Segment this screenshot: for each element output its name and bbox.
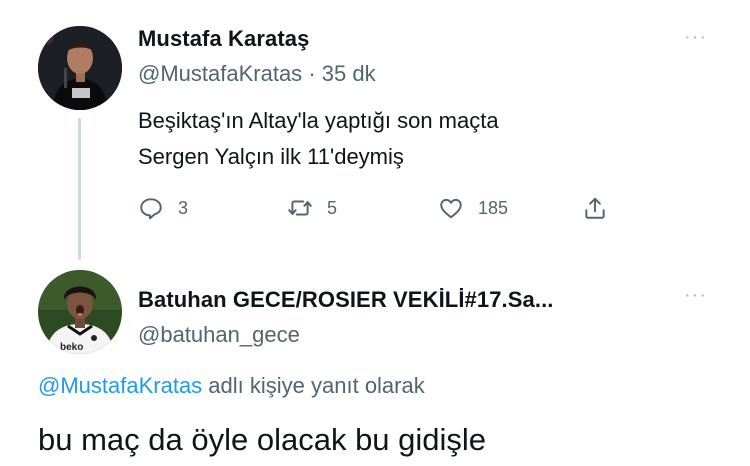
reply-icon <box>140 198 162 220</box>
tweet-timestamp[interactable]: 35 dk <box>322 61 376 86</box>
like-count: 185 <box>478 197 509 218</box>
avatar-photo-icon: beko <box>38 270 122 354</box>
reply-author-handle[interactable]: @batuhan_gece <box>138 322 300 348</box>
replying-to-text: adlı kişiye yanıt olarak <box>202 373 425 398</box>
share-icon <box>585 197 605 219</box>
retweet-count: 5 <box>327 197 338 218</box>
tweet-author-handle[interactable]: @MustafaKratas <box>138 61 302 86</box>
reply-body-text: bu maç da öyle olacak bu gidişle <box>38 422 487 457</box>
tweet-author-meta: @MustafaKratas · 35 dk <box>138 61 376 87</box>
avatar-batuhan[interactable]: beko <box>38 270 122 354</box>
avatar-shirt-text: beko <box>60 342 83 353</box>
reply-count: 3 <box>178 197 189 218</box>
tweet-text-line-2: Sergen Yalçın ilk 11'deymiş <box>138 144 404 169</box>
retweet-button[interactable]: 5 <box>287 195 337 221</box>
like-button[interactable]: 185 <box>438 195 508 221</box>
retweet-icon <box>288 200 312 216</box>
tweet-more-options-icon[interactable]: ··· <box>684 26 707 49</box>
tweet-text-line-1: Beşiktaş'ın Altay'la yaptığı son maçta <box>138 108 499 133</box>
replying-to-mention[interactable]: @MustafaKratas <box>38 373 202 398</box>
tweet-author-name[interactable]: Mustafa Karataş <box>138 26 309 52</box>
replying-to-context: @MustafaKratas adlı kişiye yanıt olarak <box>38 373 425 399</box>
tweet-body: Beşiktaş'ın Altay'la yaptığı son maçta S… <box>138 103 499 175</box>
thread-connector-line <box>78 118 81 260</box>
reply-button[interactable]: 3 <box>138 195 188 221</box>
avatar-mustafa[interactable] <box>38 26 122 110</box>
heart-icon <box>440 198 462 219</box>
avatar-photo-icon <box>38 26 122 110</box>
meta-separator: · <box>308 61 316 86</box>
share-button[interactable] <box>582 195 608 221</box>
reply-author-name[interactable]: Batuhan GECE/ROSIER VEKİLİ#17.Sa... <box>138 287 678 313</box>
reply-more-options-icon[interactable]: ··· <box>684 284 707 307</box>
